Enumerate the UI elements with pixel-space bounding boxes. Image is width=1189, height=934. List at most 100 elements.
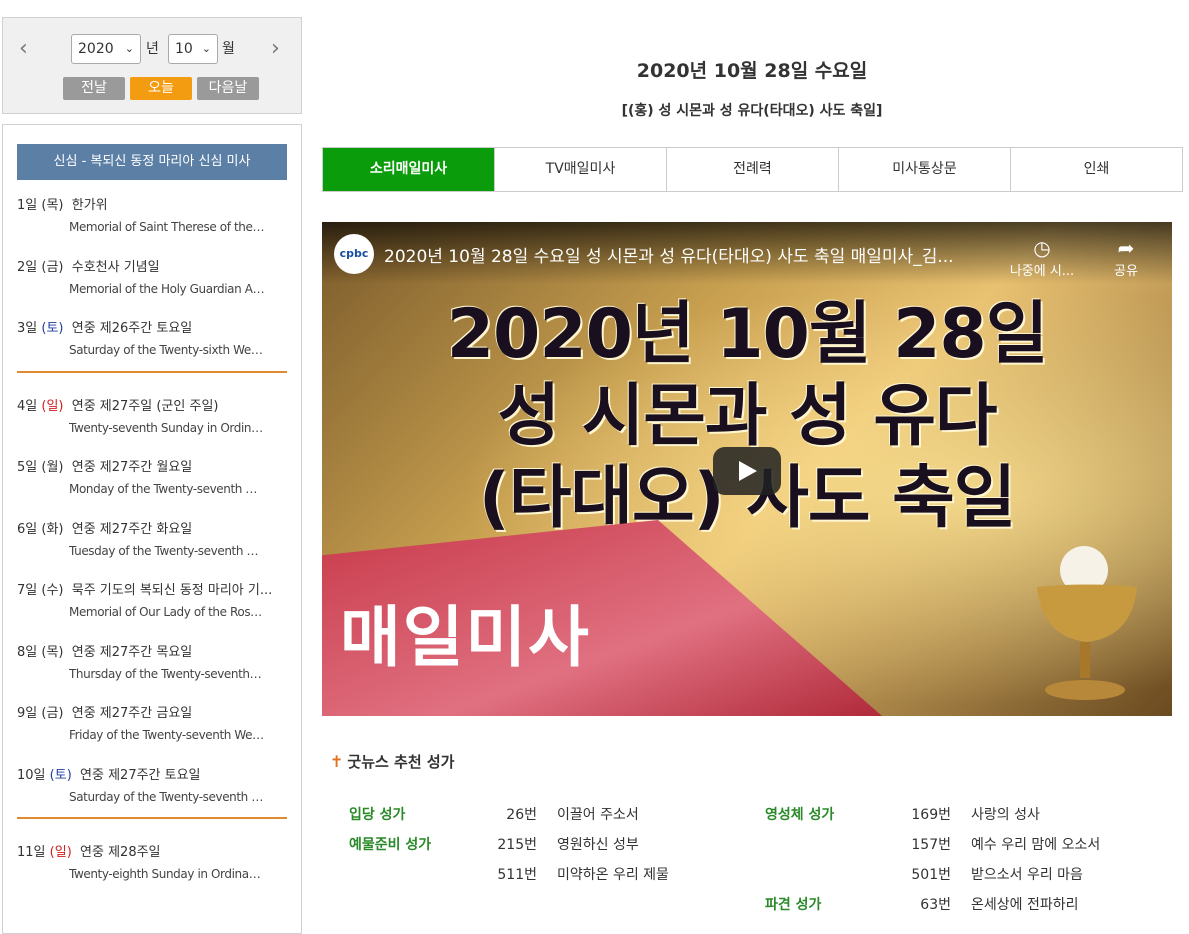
day-number: 2일	[17, 259, 38, 275]
day-title: 10일 (토) 연중 제27주간 토요일	[17, 764, 201, 783]
today-button[interactable]: 오늘	[130, 77, 192, 100]
day-number: 6일	[17, 521, 38, 537]
day-title: 4일 (일) 연중 제27주일 (군인 주일)	[17, 395, 218, 414]
hymn-title[interactable]: 온세상에 전파하리	[971, 894, 1079, 914]
day-of-week: (일)	[49, 845, 72, 860]
day-list-item[interactable]: 8일 (목) 연중 제27주간 목요일 Thursday of the Twent…	[3, 627, 301, 689]
day-list-panel: 신심 - 복되신 동정 마리아 신심 미사 1일 (목) 한가위 Memorial…	[2, 124, 302, 934]
tab-liturgical-calendar[interactable]: 전례력	[667, 148, 839, 191]
feast-subtitle: [(홍) 성 시몬과 성 유다(타대오) 사도 축일]	[621, 103, 883, 119]
hymn-category: 영성체 성가	[765, 807, 835, 823]
day-feast: 묵주 기도의 복되신 동정 마리아 기...	[71, 583, 273, 598]
share-label: 공유	[1114, 264, 1138, 279]
day-title: 2일 (금) 수호천사 기념일	[17, 256, 160, 275]
day-list-item[interactable]: 10일 (토) 연중 제27주간 토요일 Saturday of the Twen…	[3, 750, 301, 812]
month-select[interactable]: 10 ⌄	[168, 34, 218, 64]
day-title: 8일 (목) 연중 제27주간 목요일	[17, 641, 192, 660]
year-select[interactable]: 2020 ⌄	[71, 34, 141, 64]
day-feast: 연중 제27주간 토요일	[80, 767, 201, 783]
hymn-title[interactable]: 미약하온 우리 제물	[557, 864, 669, 884]
hymn-number: 511번	[497, 867, 537, 883]
chevron-down-icon: ⌄	[124, 42, 134, 55]
day-subtitle: Saturday of the Twenty-sixth Week in Ord…	[69, 343, 265, 357]
day-feast: 한가위	[71, 198, 108, 213]
play-button[interactable]	[713, 447, 781, 495]
day-subtitle: Friday of the Twenty-seventh Week in Ord…	[69, 728, 265, 742]
day-title: 5일 (월) 연중 제27주간 월요일	[17, 456, 192, 475]
day-list-item[interactable]: 4일 (일) 연중 제27주일 (군인 주일) Twenty-seventh Su…	[3, 381, 301, 443]
hymn-number: 215번	[497, 837, 537, 853]
week-separator	[17, 370, 287, 373]
hymn-title[interactable]: 예수 우리 맘에 오소서	[971, 834, 1100, 854]
channel-logo[interactable]: cpbc	[334, 234, 374, 274]
day-of-week: (수)	[41, 583, 64, 598]
day-number: 1일	[17, 198, 38, 213]
prev-day-button[interactable]: 전날	[63, 77, 125, 100]
day-number: 10일	[17, 767, 46, 783]
day-feast: 수호천사 기념일	[71, 259, 160, 275]
day-title: 3일 (토) 연중 제26주간 토요일	[17, 317, 192, 336]
day-number: 4일	[17, 398, 38, 414]
day-list-item[interactable]: 5일 (월) 연중 제27주간 월요일 Monday of the Twenty-…	[3, 442, 301, 504]
day-number: 7일	[17, 583, 38, 598]
day-number: 3일	[17, 321, 38, 336]
day-feast: 연중 제26주간 토요일	[71, 321, 193, 336]
hymn-number: 63번	[920, 897, 951, 913]
day-of-week: (목)	[41, 644, 64, 660]
hymn-title[interactable]: 받으소서 우리 마음	[971, 864, 1083, 884]
chevron-right-icon[interactable]: ›	[271, 36, 280, 61]
day-list-item[interactable]: 1일 (목) 한가위 Memorial of Saint Therese of t…	[3, 180, 301, 242]
tab-order-of-mass[interactable]: 미사통상문	[839, 148, 1011, 191]
day-title: 6일 (화) 연중 제27주간 화요일	[17, 518, 192, 537]
day-of-week: (목)	[41, 198, 64, 213]
week-separator	[17, 817, 287, 819]
day-of-week: (화)	[41, 521, 64, 537]
tab-tv-daily-mass[interactable]: TV매일미사	[495, 148, 667, 191]
tab-print[interactable]: 인쇄	[1011, 148, 1182, 191]
page-title: 2020년 10월 28일 수요일	[636, 60, 868, 82]
day-list-item[interactable]: 3일 (토) 연중 제26주간 토요일 Saturday of the Twent…	[3, 303, 301, 365]
clock-icon: ◷	[1033, 236, 1051, 260]
hymns-header: ✝ 굿뉴스 추천 성가	[330, 751, 454, 772]
video-title[interactable]: 2020년 10월 28일 수요일 성 시몬과 성 유다(타대오) 사도 축일 …	[384, 242, 1004, 267]
hymn-title[interactable]: 이끌어 주소서	[557, 804, 639, 824]
thumbnail-daily-mass-label: 매일미사	[340, 599, 591, 676]
day-of-week: (금)	[41, 259, 64, 275]
chalice-icon	[1037, 546, 1137, 700]
day-of-week: (금)	[41, 706, 64, 721]
day-subtitle: Memorial of Our Lady of the Rosary	[69, 605, 265, 619]
chevron-left-icon[interactable]: ‹	[19, 36, 28, 61]
next-day-button[interactable]: 다음날	[197, 77, 259, 100]
watch-later-button[interactable]: ◷ 나중에 시...	[1002, 236, 1082, 279]
day-title: 9일 (금) 연중 제27주간 금요일	[17, 702, 192, 721]
day-number: 8일	[17, 644, 38, 660]
day-title: 1일 (목) 한가위	[17, 194, 108, 213]
day-feast: 연중 제28주일	[80, 845, 161, 860]
chevron-down-icon: ⌄	[201, 42, 211, 55]
hymn-number: 501번	[911, 867, 951, 883]
day-subtitle: Memorial of Saint Therese of the Child J…	[69, 220, 265, 234]
day-list-item[interactable]: 6일 (화) 연중 제27주간 화요일 Tuesday of the Twenty…	[3, 504, 301, 566]
play-icon	[739, 461, 757, 481]
date-navigator: ‹ 2020 ⌄ 년 10 ⌄ 월 › 전날 오늘 다음날	[2, 17, 302, 114]
day-of-week: (일)	[41, 398, 64, 414]
day-of-week: (토)	[41, 321, 64, 336]
share-icon: ➦	[1117, 236, 1135, 260]
day-number: 5일	[17, 460, 38, 475]
day-of-week: (월)	[41, 460, 64, 475]
day-subtitle: Memorial of the Holy Guardian Angels	[69, 281, 265, 296]
day-list-item[interactable]: 9일 (금) 연중 제27주간 금요일 Friday of the Twenty-…	[3, 688, 301, 750]
hymn-title[interactable]: 사랑의 성사	[971, 804, 1040, 824]
day-subtitle: Tuesday of the Twenty-seventh Week in Or…	[69, 543, 265, 558]
tab-sound-daily-mass[interactable]: 소리매일미사	[323, 148, 495, 191]
day-of-week: (토)	[49, 767, 72, 783]
hymn-title[interactable]: 영원하신 성부	[557, 834, 639, 854]
day-feast: 연중 제27주간 목요일	[71, 644, 193, 660]
month-unit-label: 월	[222, 41, 235, 57]
day-list-item[interactable]: 7일 (수) 묵주 기도의 복되신 동정 마리아 기... Memorial of…	[3, 565, 301, 627]
list-header-button[interactable]: 신심 - 복되신 동정 마리아 신심 미사	[17, 144, 287, 180]
day-list-item[interactable]: 2일 (금) 수호천사 기념일 Memorial of the Holy Guar…	[3, 242, 301, 304]
video-player[interactable]: 2020년 10월 28일 성 시몬과 성 유다 (타대오) 사도 축일 매일미…	[322, 222, 1172, 716]
share-button[interactable]: ➦ 공유	[1086, 236, 1166, 279]
day-list-item[interactable]: 11일 (일) 연중 제28주일 Twenty-eighth Sunday in …	[3, 827, 301, 889]
